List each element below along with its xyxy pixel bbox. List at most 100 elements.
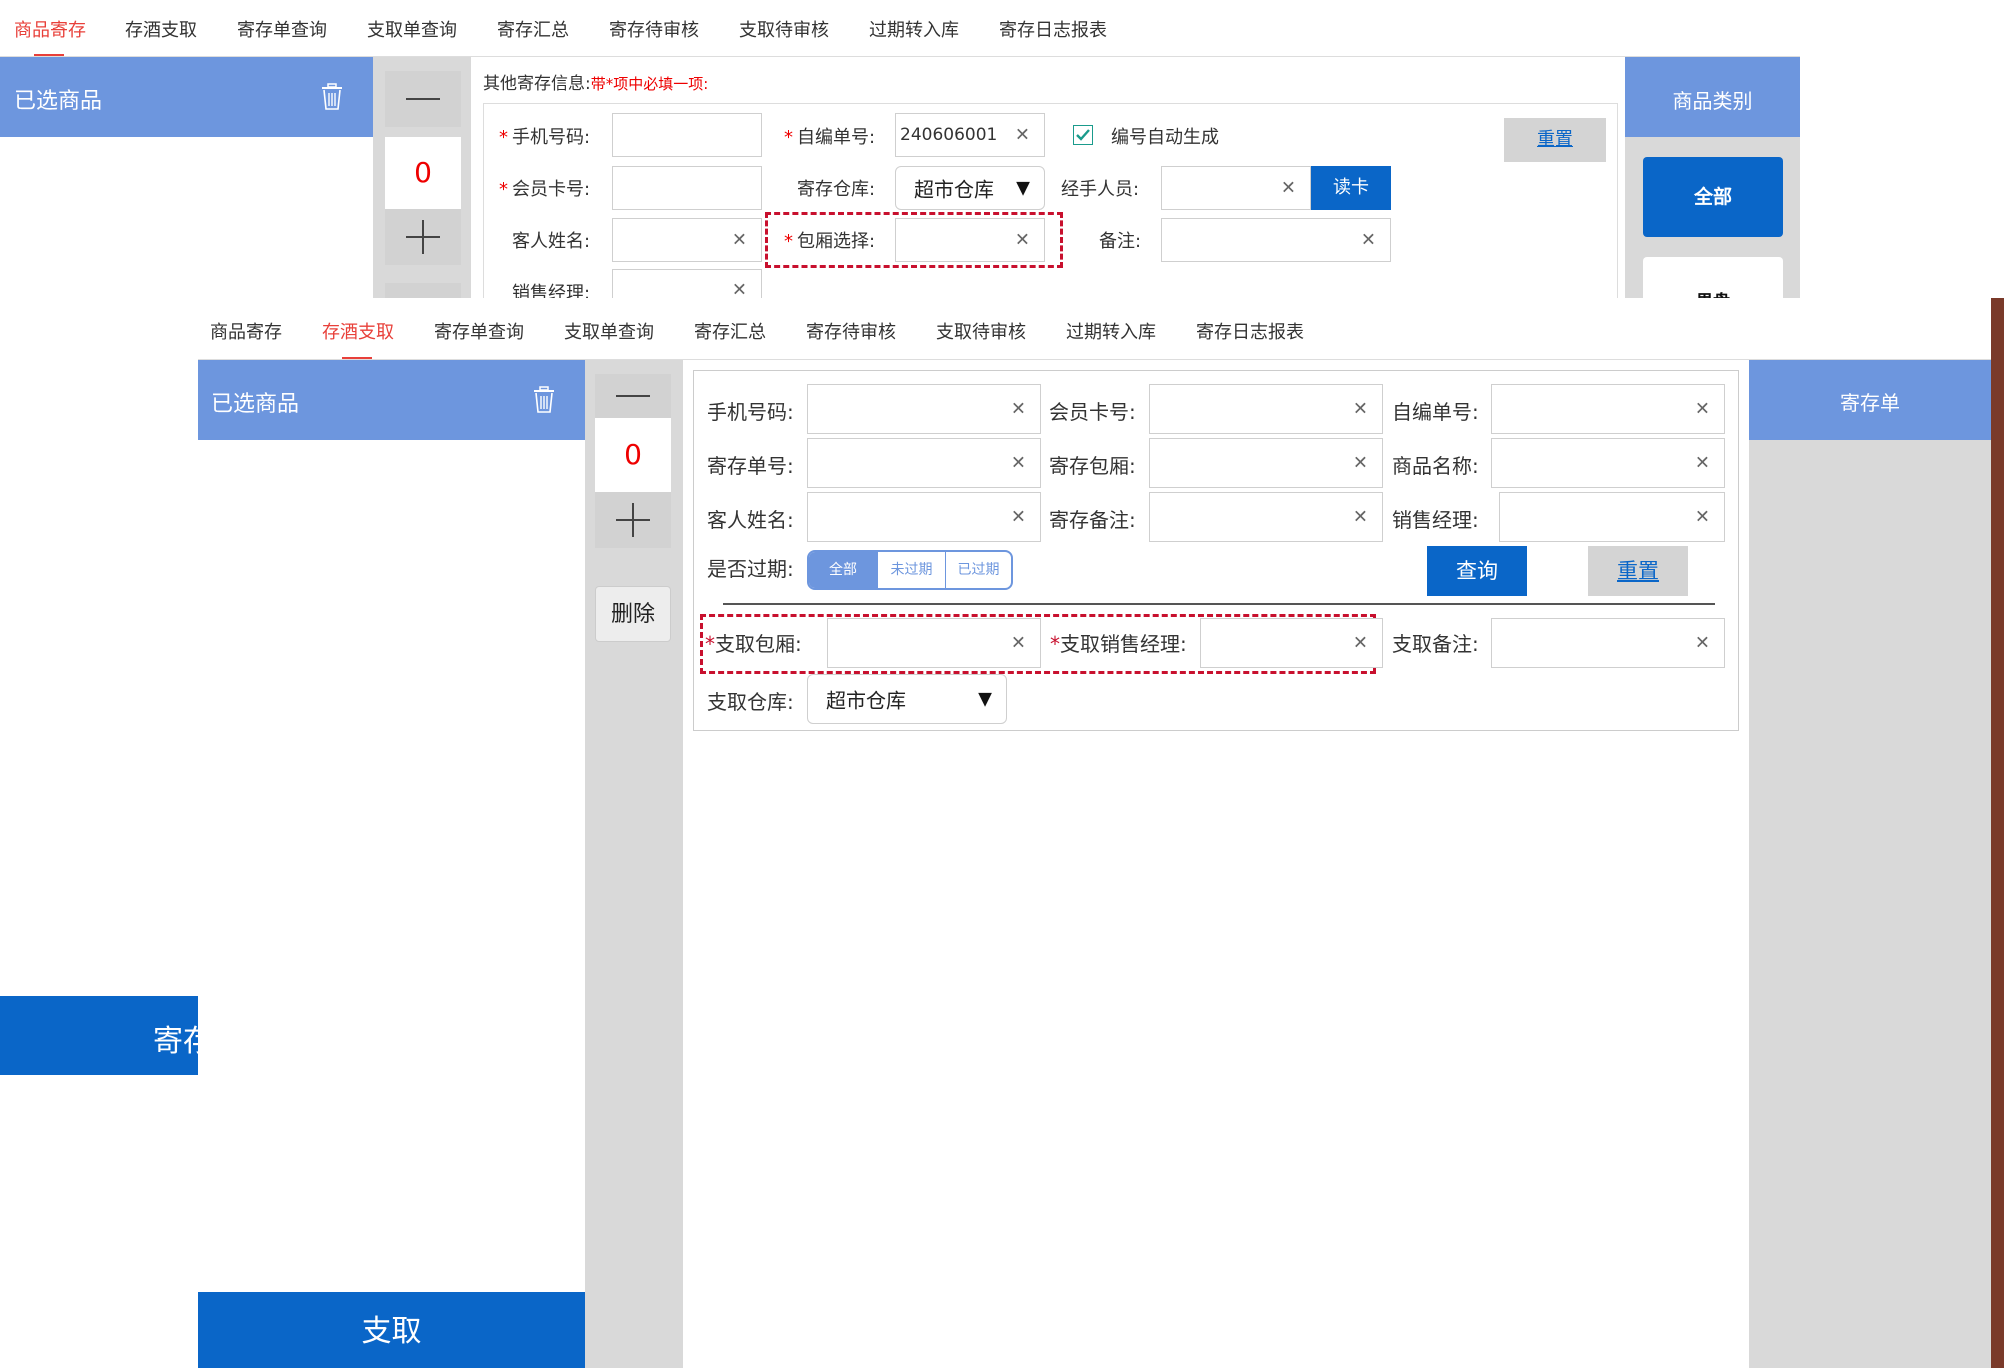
minus-button[interactable] [595, 374, 671, 418]
clear-icon[interactable]: ✕ [1353, 507, 1368, 528]
guest-input[interactable]: ✕ [807, 492, 1041, 542]
trash-icon[interactable] [532, 386, 556, 418]
tab-deposit-log[interactable]: 寄存日志报表 [1196, 318, 1304, 344]
manager-input[interactable]: ✕ [1499, 492, 1725, 542]
custom-no-input[interactable]: 240606001 ✕ [895, 113, 1045, 157]
partial-button[interactable] [385, 283, 461, 298]
clear-icon[interactable]: ✕ [1015, 125, 1030, 146]
clear-icon[interactable]: ✕ [1695, 633, 1710, 654]
withdraw-manager-input[interactable]: ✕ [1200, 618, 1383, 668]
trash-icon[interactable] [320, 83, 344, 115]
clear-icon[interactable]: ✕ [1695, 399, 1710, 420]
clear-icon[interactable]: ✕ [1011, 399, 1026, 420]
tab-deposit-pending[interactable]: 寄存待审核 [609, 16, 699, 42]
deposit-note-input[interactable]: ✕ [1149, 492, 1383, 542]
tab-withdraw-query[interactable]: 支取单查询 [367, 16, 457, 42]
clear-icon[interactable]: ✕ [1015, 230, 1030, 251]
delete-button[interactable]: 删除 [595, 586, 671, 642]
product-name-label: 商品名称: [1392, 454, 1479, 478]
plus-button[interactable] [595, 492, 671, 548]
category-fruit-button[interactable]: 果盘 [1643, 257, 1783, 298]
required-mark: * [784, 231, 793, 252]
top-reset-button[interactable]: 重置 [1504, 118, 1606, 162]
tab-wine-withdraw[interactable]: 存酒支取 [125, 16, 197, 42]
query-button[interactable]: 查询 [1427, 546, 1527, 596]
tab-deposit-summary[interactable]: 寄存汇总 [497, 16, 569, 42]
selected-goods-header: 已选商品 [0, 57, 373, 137]
background-deposit-button[interactable]: 寄存 [0, 996, 200, 1075]
minus-icon [616, 395, 650, 397]
tab-withdraw-pending[interactable]: 支取待审核 [739, 16, 829, 42]
clear-icon[interactable]: ✕ [732, 280, 747, 299]
withdraw-manager-label-text: 支取销售经理: [1060, 632, 1187, 656]
guest-input[interactable]: ✕ [612, 218, 762, 262]
clear-icon[interactable]: ✕ [1695, 453, 1710, 474]
clear-icon[interactable]: ✕ [1353, 633, 1368, 654]
deposit-list-header: 寄存单 [1749, 360, 1991, 440]
member-label: 会员卡号: [1049, 400, 1136, 424]
tab-withdraw-query[interactable]: 支取单查询 [564, 318, 654, 344]
clear-icon[interactable]: ✕ [1361, 230, 1376, 251]
clear-icon[interactable]: ✕ [1281, 178, 1296, 199]
handler-input[interactable]: ✕ [1161, 166, 1311, 210]
auto-gen-checkbox[interactable] [1073, 125, 1093, 145]
tab-deposit-summary[interactable]: 寄存汇总 [694, 318, 766, 344]
tab-deposit-log[interactable]: 寄存日志报表 [999, 16, 1107, 42]
phone-label: 手机号码: [707, 400, 794, 424]
minus-button[interactable] [385, 71, 461, 127]
expiry-option-expired[interactable]: 已过期 [945, 552, 1011, 588]
clear-icon[interactable]: ✕ [1353, 399, 1368, 420]
product-name-input[interactable]: ✕ [1491, 438, 1725, 488]
deposit-list-title: 寄存单 [1840, 391, 1900, 415]
tab-deposit-query[interactable]: 寄存单查询 [434, 318, 524, 344]
manager-input[interactable]: ✕ [612, 269, 762, 298]
dropdown-arrow-icon: ▼ [1016, 177, 1030, 199]
tab-withdraw-pending[interactable]: 支取待审核 [936, 318, 1026, 344]
phone-input[interactable]: ✕ [807, 384, 1041, 434]
top-screenshot: 商品寄存 存酒支取 寄存单查询 支取单查询 寄存汇总 寄存待审核 支取待审核 过… [0, 0, 1800, 298]
top-tab-bar: 商品寄存 存酒支取 寄存单查询 支取单查询 寄存汇总 寄存待审核 支取待审核 过… [0, 0, 1800, 57]
tab-expired-transfer[interactable]: 过期转入库 [869, 16, 959, 42]
tab-deposit-query[interactable]: 寄存单查询 [237, 16, 327, 42]
clear-icon[interactable]: ✕ [1011, 507, 1026, 528]
tab-goods-deposit[interactable]: 商品寄存 [14, 16, 86, 42]
deposit-no-input[interactable]: ✕ [807, 438, 1041, 488]
tab-deposit-pending[interactable]: 寄存待审核 [806, 318, 896, 344]
warehouse-select[interactable]: 超市仓库 ▼ [895, 166, 1045, 210]
read-card-button[interactable]: 读卡 [1311, 166, 1391, 210]
withdraw-note-input[interactable]: ✕ [1491, 618, 1725, 668]
clear-icon[interactable]: ✕ [1011, 633, 1026, 654]
bottom-tab-bar: 商品寄存 存酒支取 寄存单查询 支取单查询 寄存汇总 寄存待审核 支取待审核 过… [198, 298, 2004, 360]
tab-expired-transfer[interactable]: 过期转入库 [1066, 318, 1156, 344]
category-all-button[interactable]: 全部 [1643, 157, 1783, 237]
withdraw-button[interactable]: 支取 [198, 1292, 585, 1368]
plus-button[interactable] [385, 209, 461, 265]
delete-label: 删除 [610, 602, 655, 627]
quantity-value: 0 [385, 137, 461, 209]
required-mark: * [499, 179, 508, 200]
background-deposit-label: 寄存 [153, 1024, 200, 1059]
room-select-input[interactable]: ✕ [895, 218, 1045, 262]
member-input[interactable]: ✕ [1149, 384, 1383, 434]
clear-icon[interactable]: ✕ [1011, 453, 1026, 474]
handler-label: 经手人员: [1061, 179, 1140, 200]
query-panel: 手机号码: ✕ 会员卡号: ✕ 自编单号: ✕ 寄存单号: ✕ 寄存包厢: ✕ … [683, 360, 1749, 1368]
member-input[interactable] [612, 166, 762, 210]
withdraw-room-input[interactable]: ✕ [827, 618, 1041, 668]
clear-icon[interactable]: ✕ [1353, 453, 1368, 474]
clear-icon[interactable]: ✕ [732, 230, 747, 251]
reset-button[interactable]: 重置 [1588, 546, 1688, 596]
tab-wine-withdraw[interactable]: 存酒支取 [322, 318, 394, 344]
deposit-room-input[interactable]: ✕ [1149, 438, 1383, 488]
withdraw-warehouse-select[interactable]: 超市仓库 ▼ [807, 674, 1007, 724]
note-label: 备注: [1099, 231, 1142, 252]
expiry-option-not-expired[interactable]: 未过期 [877, 552, 945, 588]
clear-icon[interactable]: ✕ [1695, 507, 1710, 528]
tab-goods-deposit[interactable]: 商品寄存 [210, 318, 282, 344]
phone-input[interactable] [612, 113, 762, 157]
custom-no-input[interactable]: ✕ [1491, 384, 1725, 434]
note-input[interactable]: ✕ [1161, 218, 1391, 262]
room-label: * 包厢选择: [784, 227, 875, 253]
expiry-option-all[interactable]: 全部 [809, 552, 877, 588]
custom-no-label-text: 自编单号: [797, 127, 876, 148]
